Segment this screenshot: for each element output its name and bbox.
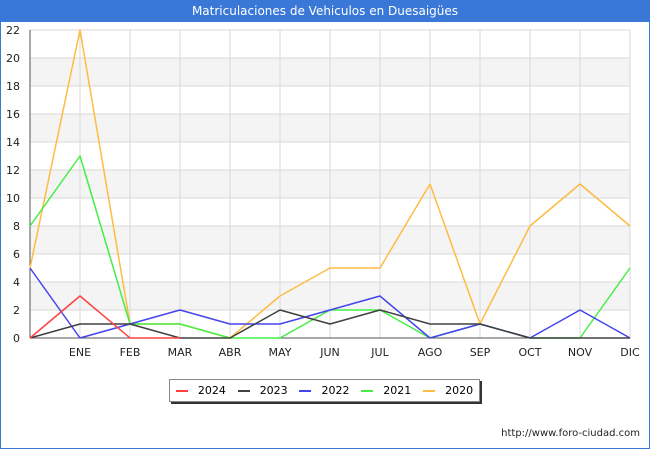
y-tick-label: 4 (13, 276, 20, 289)
legend-swatch (175, 389, 188, 392)
y-tick-label: 10 (6, 192, 20, 205)
legend-label: 2022 (321, 384, 350, 397)
x-tick-label: MAY (269, 346, 292, 359)
legend-label: 2024 (197, 384, 226, 397)
x-tick-label: JUN (319, 346, 340, 359)
legend: 2024 2023 2022 2021 2020 (169, 379, 480, 402)
legend-label: 2020 (445, 384, 474, 397)
legend-swatch (237, 389, 250, 392)
legend-item-2022: 2022 (299, 384, 349, 397)
y-tick-label: 20 (6, 52, 20, 65)
x-tick-label: JUL (370, 346, 389, 359)
legend-item-2020: 2020 (423, 384, 473, 397)
x-tick-label: AGO (418, 346, 443, 359)
y-tick-label: 0 (13, 332, 20, 345)
legend-swatch (361, 389, 374, 392)
legend-swatch (423, 389, 436, 392)
source-credit: http://www.foro-ciudad.com (501, 428, 640, 439)
y-tick-label: 2 (13, 304, 20, 317)
legend-swatch (299, 389, 312, 392)
x-axis-ticks: ENE FEB MAR ABR MAY JUN JUL AGO SEP OCT NOV DIC (69, 346, 640, 359)
legend-item-2023: 2023 (237, 384, 288, 397)
legend-label: 2021 (383, 384, 412, 397)
legend-item-2024: 2024 (175, 384, 226, 397)
y-tick-label: 12 (6, 164, 20, 177)
legend-label: 2023 (259, 384, 288, 397)
x-tick-label: ENE (69, 346, 91, 359)
x-tick-label: DIC (620, 346, 640, 359)
x-tick-label: ABR (219, 346, 242, 359)
y-tick-label: 16 (6, 108, 20, 121)
x-tick-label: SEP (470, 346, 491, 359)
x-tick-label: NOV (568, 346, 593, 359)
y-tick-label: 6 (13, 248, 20, 261)
x-tick-label: FEB (120, 346, 141, 359)
y-tick-label: 8 (13, 220, 20, 233)
y-tick-label: 22 (6, 24, 20, 37)
x-tick-label: MAR (168, 346, 193, 359)
y-tick-label: 18 (6, 80, 20, 93)
y-tick-label: 14 (6, 136, 20, 149)
legend-item-2021: 2021 (361, 384, 411, 397)
y-axis-ticks: 0 2 4 6 8 10 12 14 16 18 20 22 (6, 24, 20, 345)
x-tick-label: OCT (518, 346, 541, 359)
